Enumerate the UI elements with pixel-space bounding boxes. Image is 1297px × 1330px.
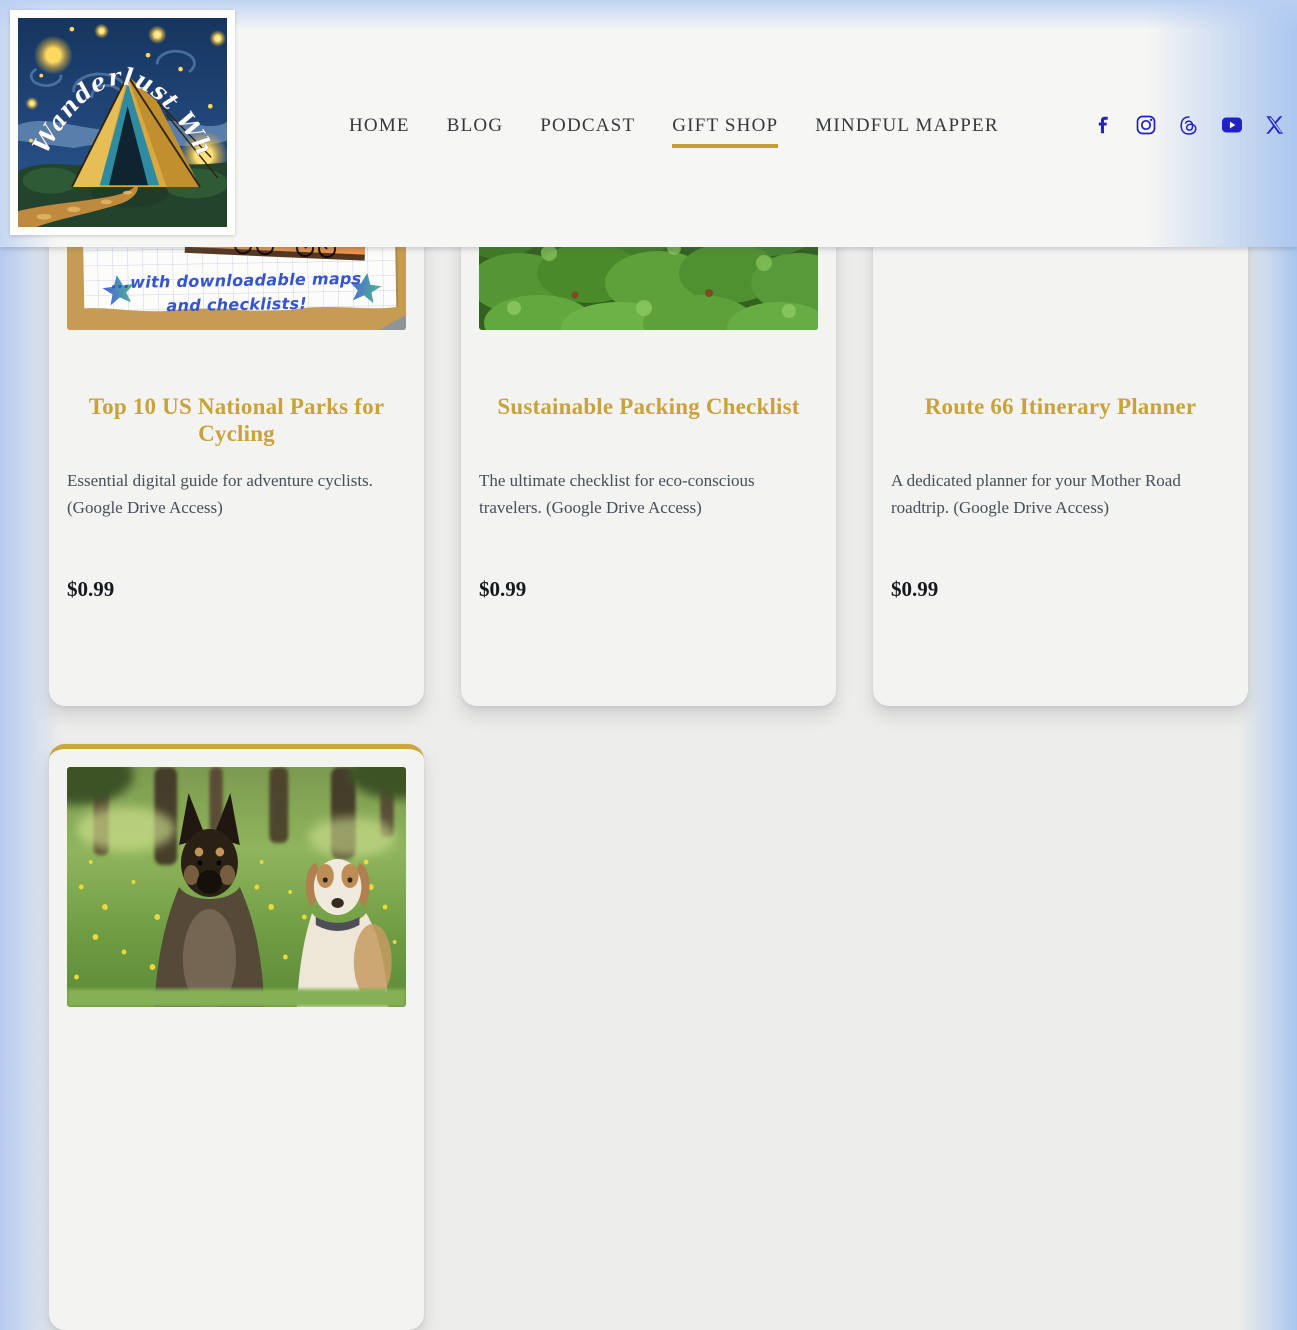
nav-item-blog[interactable]: BLOG [447,114,504,137]
product-price: $0.99 [479,577,818,601]
nav-item-gift-shop[interactable]: GIFT SHOP [672,114,778,148]
product-price: $0.99 [67,577,406,601]
product-title[interactable]: Sustainable Packing Checklist [487,393,810,457]
product-price: $0.99 [891,577,1230,601]
product-image-two-dogs-meadow [67,767,406,1007]
facebook-icon[interactable] [1093,114,1113,136]
instagram-icon[interactable] [1136,114,1156,136]
site-header: Wanderlust Whispers HOME BLOG PODCAST GI… [0,0,1297,247]
product-description: Essential digital guide for adventure cy… [67,467,406,521]
main-nav: HOME BLOG PODCAST GIFT SHOP MINDFUL MAPP… [349,114,999,148]
nav-item-mindful-mapper[interactable]: MINDFUL MAPPER [815,114,998,137]
nav-item-podcast[interactable]: PODCAST [540,114,635,137]
nav-item-home[interactable]: HOME [349,114,410,137]
x-twitter-icon[interactable] [1265,114,1285,136]
site-logo[interactable]: Wanderlust Whispers [10,10,235,235]
product-title[interactable]: Route 66 Itinerary Planner [899,393,1222,457]
gift-shop-grid: ...with downloadable maps and checklists… [49,120,1248,1330]
threads-icon[interactable] [1179,114,1199,136]
social-links [1093,114,1285,136]
logo-tent-painting: Wanderlust Whispers [18,18,227,227]
product-card-dogs[interactable] [49,744,424,1330]
product-description: The ultimate checklist for eco-conscious… [479,467,818,521]
product-description: A dedicated planner for your Mother Road… [891,467,1230,521]
youtube-icon[interactable] [1222,114,1242,136]
product-title[interactable]: Top 10 US National Parks for Cycling [75,393,398,457]
